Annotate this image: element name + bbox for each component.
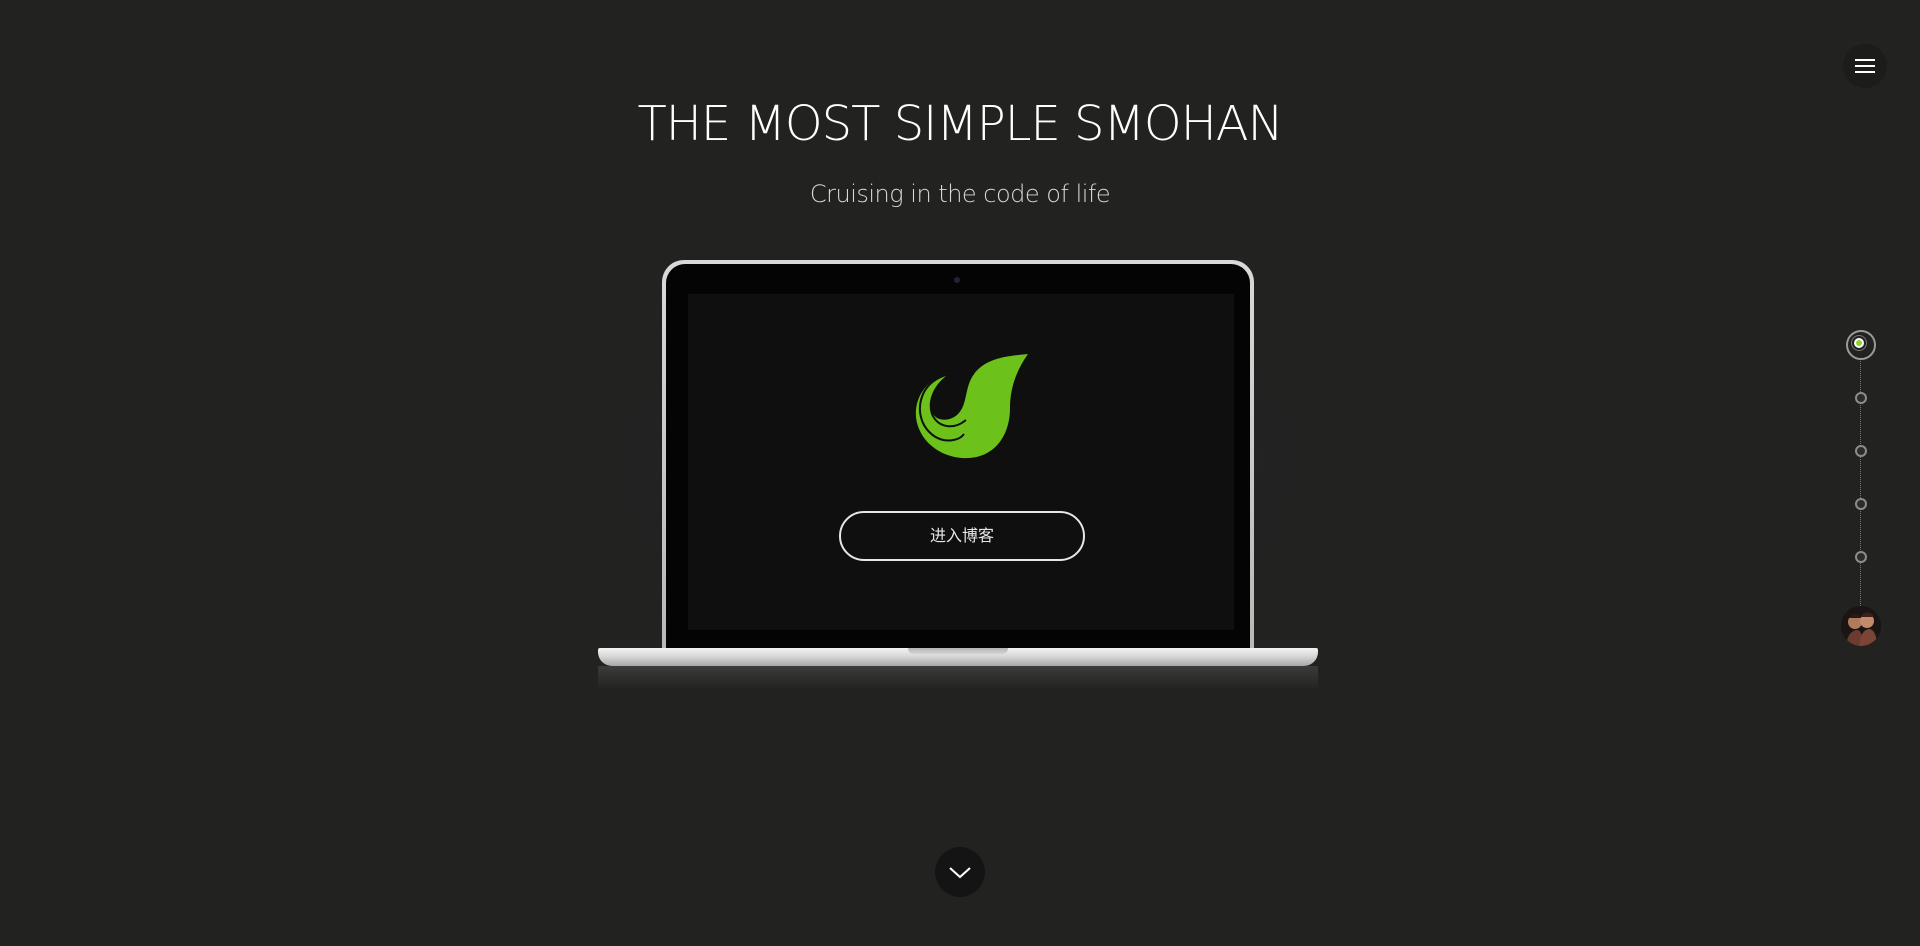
laptop-mockup: 进入博客 [588,252,1328,700]
chevron-down-icon [949,867,971,879]
page-subtitle: Cruising in the code of life [809,180,1111,208]
nav-dot-4[interactable] [1855,498,1867,510]
landing-page: THE MOST SIMPLE SMOHAN Cruising in the c… [0,0,1920,946]
nav-dot-2[interactable] [1855,392,1867,404]
hamburger-menu-icon-bar [1855,65,1875,67]
laptop-notch [908,648,1008,654]
page-title: THE MOST SIMPLE SMOHAN [637,96,1283,152]
laptop-screen: 进入博客 [688,294,1234,630]
hamburger-menu-icon-bar [1855,59,1875,61]
menu-button[interactable] [1843,44,1887,88]
enter-blog-button[interactable]: 进入博客 [839,511,1085,561]
nav-dot-5[interactable] [1855,551,1867,563]
avatar-image [1841,606,1881,646]
laptop-base [598,648,1318,666]
hamburger-menu-icon-bar [1855,71,1875,73]
scroll-down-button[interactable] [935,847,985,897]
nav-dot-3[interactable] [1855,445,1867,457]
avatar-icon[interactable] [1841,606,1881,646]
side-navigation [1841,330,1881,660]
nav-dot-1[interactable] [1846,330,1876,360]
camera-icon [954,277,960,283]
laptop-shadow [598,666,1318,690]
laptop-bezel: 进入博客 [666,264,1250,652]
leaf-logo-icon [915,354,1028,459]
side-nav-line [1860,346,1861,636]
laptop-lid: 进入博客 [662,260,1254,652]
